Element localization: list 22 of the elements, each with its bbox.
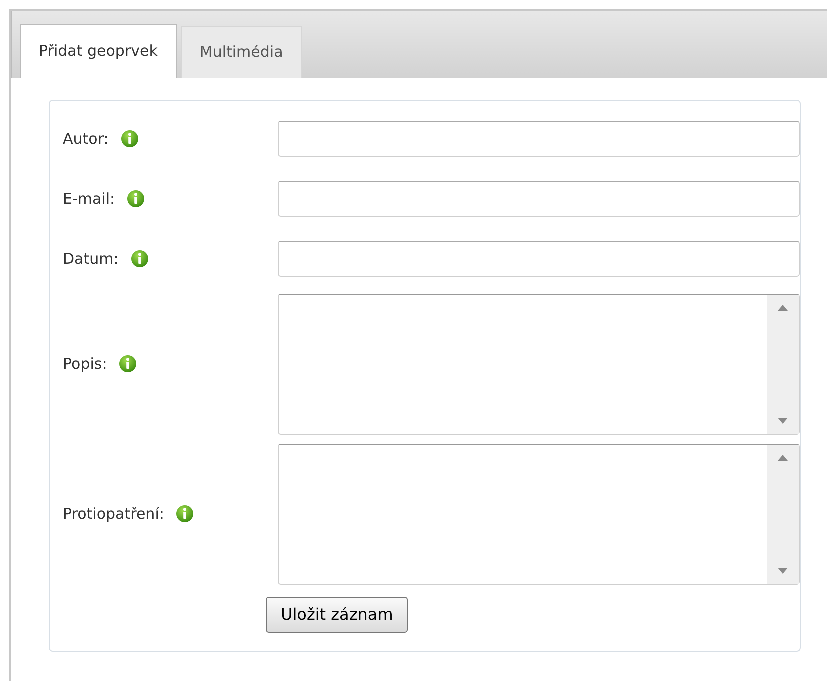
tab[interactable]: Přidat geoprvek	[20, 24, 177, 78]
text-area-field[interactable]	[278, 444, 800, 584]
text-area-field[interactable]	[278, 294, 800, 434]
field-label: Protiopatření:	[63, 504, 164, 525]
save-button[interactable]: Uložit záznam	[266, 597, 408, 633]
scroll-up-icon[interactable]	[778, 454, 788, 460]
text-input-field[interactable]	[278, 181, 800, 217]
field-label: E-mail:	[63, 188, 116, 210]
field-label: Autor:	[63, 128, 109, 150]
field-label: Datum:	[63, 248, 119, 270]
scroll-down-icon[interactable]	[778, 418, 788, 424]
scroll-up-icon[interactable]	[778, 304, 788, 310]
tab[interactable]: Multimédia	[180, 26, 302, 78]
info-icon[interactable]	[130, 250, 149, 268]
text-input-field[interactable]	[278, 241, 800, 277]
info-icon[interactable]	[120, 130, 139, 148]
text-input-field[interactable]	[278, 121, 800, 157]
info-icon[interactable]	[119, 355, 138, 373]
info-icon[interactable]	[176, 505, 194, 523]
field-label: Popis:	[63, 354, 108, 375]
info-icon[interactable]	[127, 190, 146, 208]
scroll-down-icon[interactable]	[778, 568, 788, 574]
